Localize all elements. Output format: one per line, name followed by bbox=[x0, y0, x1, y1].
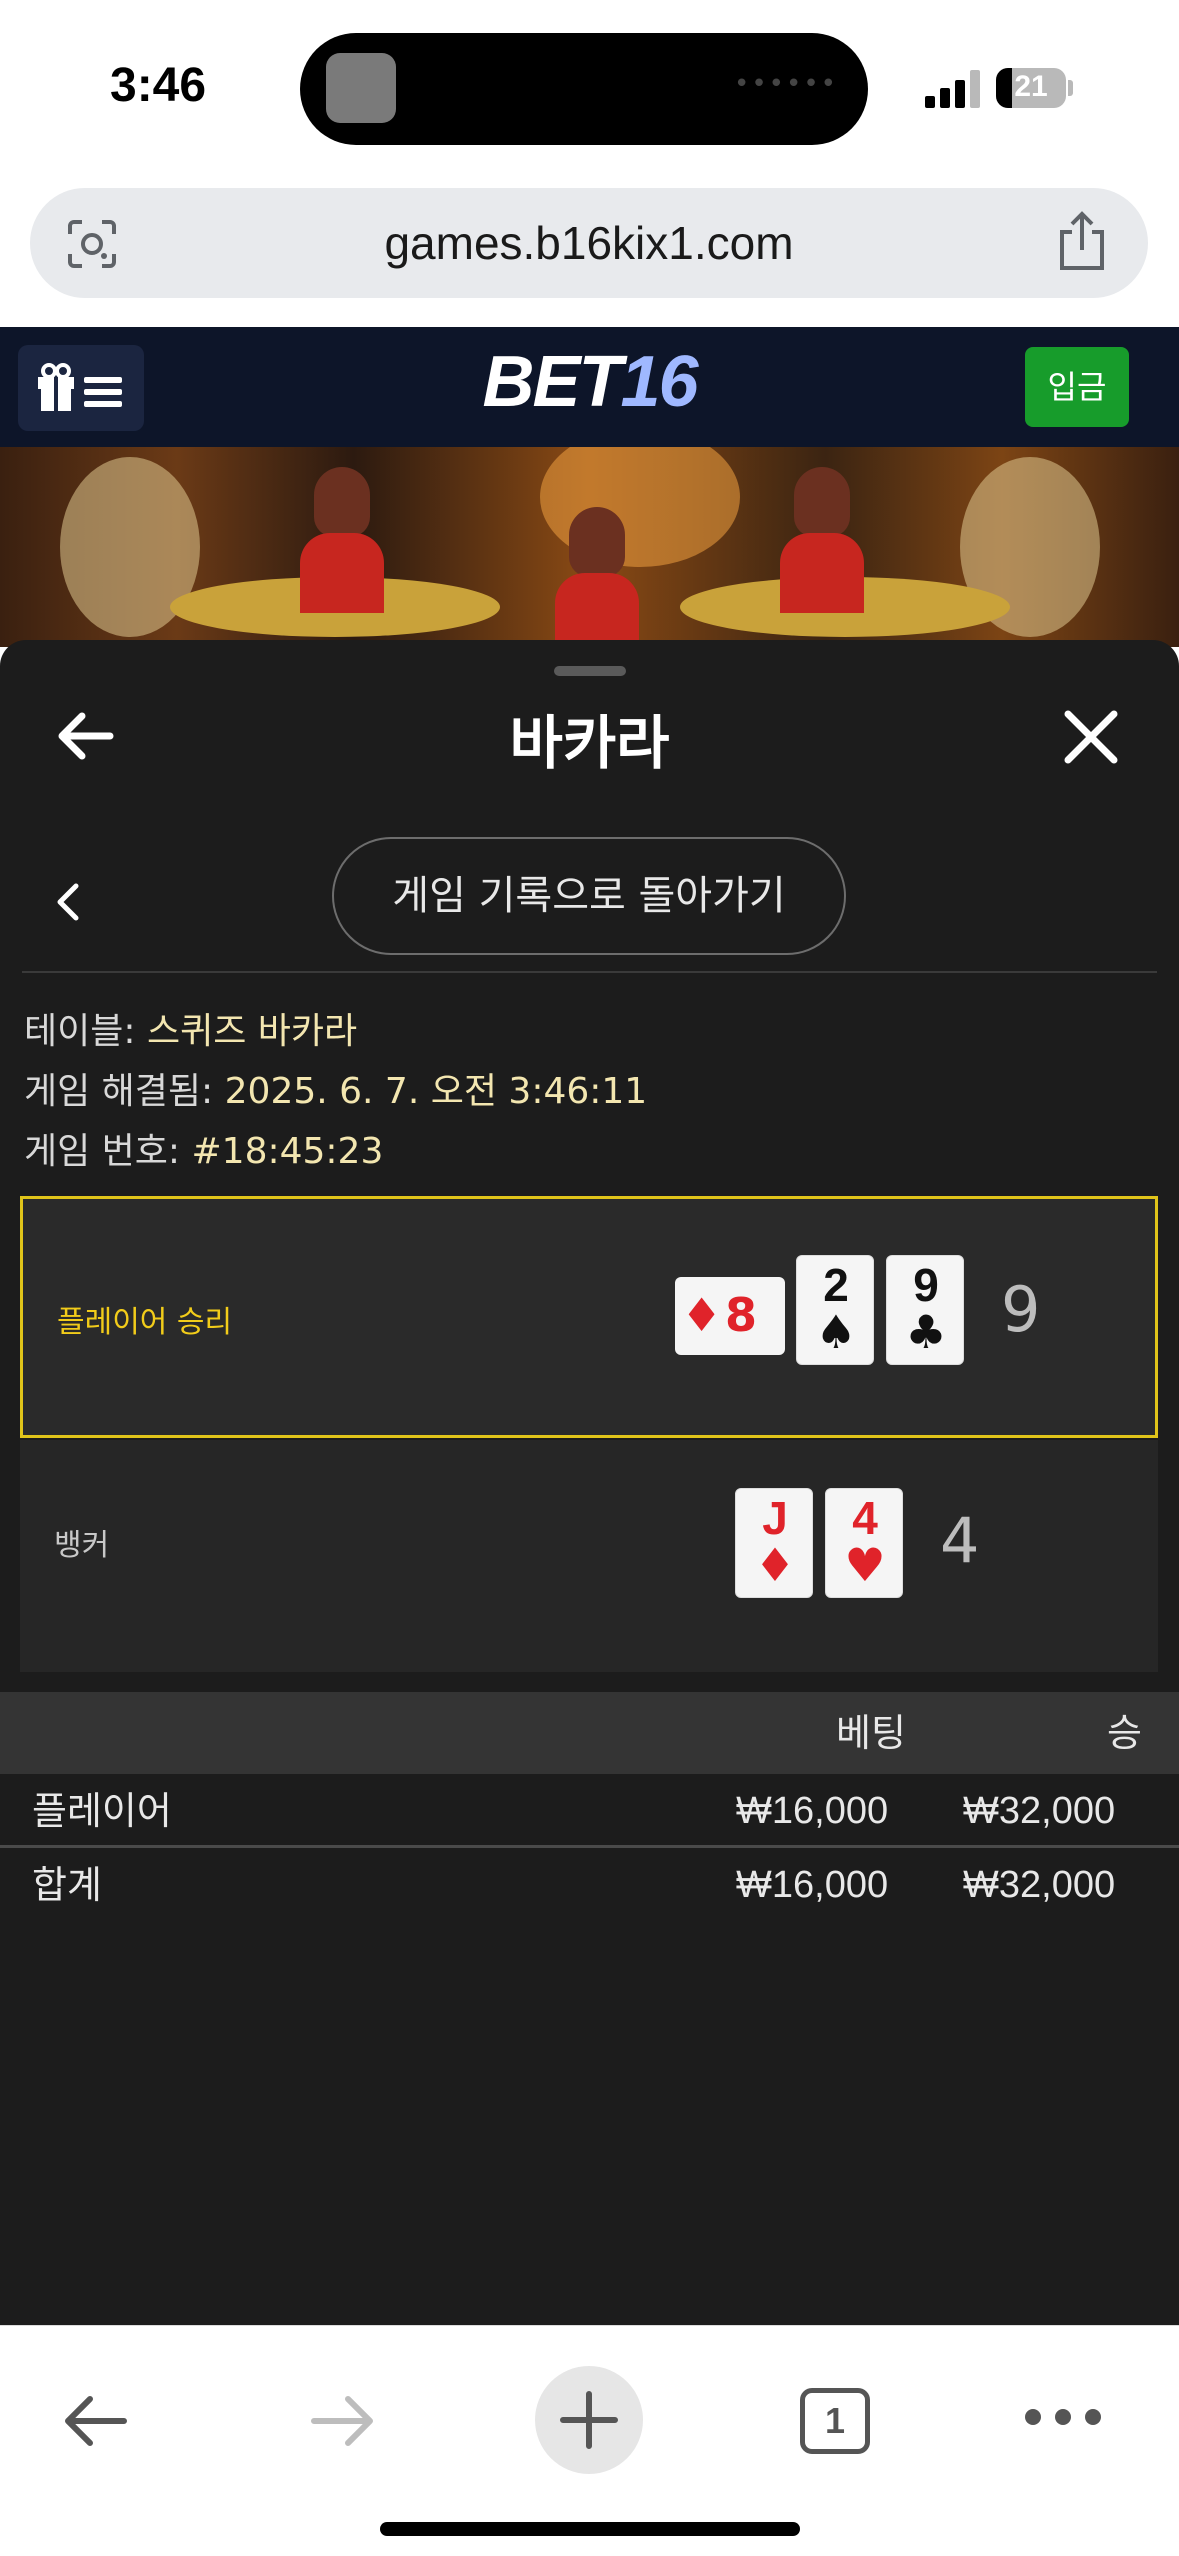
forward-icon[interactable] bbox=[306, 2384, 380, 2458]
island-dots: •••••• bbox=[733, 69, 838, 99]
plus-icon bbox=[560, 2391, 618, 2449]
chevron-left-icon[interactable] bbox=[50, 878, 86, 926]
site-logo[interactable]: BET16 bbox=[0, 341, 1179, 423]
round-info: 게임 번호: #18:45:23 bbox=[24, 1131, 384, 1172]
playing-card: 4 ♥ bbox=[825, 1488, 903, 1598]
total-win: ₩32,000 bbox=[963, 1864, 1116, 1906]
back-icon[interactable] bbox=[58, 2384, 132, 2458]
url-text[interactable]: games.b16kix1.com bbox=[30, 188, 1148, 298]
new-tab-button[interactable] bbox=[535, 2366, 643, 2474]
total-label: 합계 bbox=[32, 1863, 102, 1907]
signal-icon bbox=[925, 68, 981, 108]
tabs-button[interactable]: 1 bbox=[800, 2388, 870, 2454]
playing-card: ♦ 8 bbox=[675, 1277, 785, 1355]
table-row: 플레이어 ₩16,000 ₩32,000 bbox=[0, 1774, 1179, 1848]
banker-result: 뱅커 J ♦ 4 ♥ 4 bbox=[20, 1440, 1158, 1672]
banker-score: 4 bbox=[940, 1504, 980, 1577]
table-row: 합계 ₩16,000 ₩32,000 bbox=[0, 1848, 1179, 1922]
status-bar: 3:46 •••••• 21 bbox=[0, 0, 1179, 175]
deposit-button[interactable]: 입금 bbox=[1025, 347, 1129, 427]
bet-type: 플레이어 bbox=[32, 1789, 172, 1833]
site-header: BET16 입금 bbox=[0, 327, 1179, 447]
camera-icon bbox=[326, 53, 396, 123]
playing-card: J ♦ bbox=[735, 1488, 813, 1598]
resolved-info: 게임 해결됨: 2025. 6. 7. 오전 3:46:11 bbox=[24, 1071, 648, 1112]
table-info: 테이블: 스퀴즈 바카라 bbox=[24, 1011, 358, 1052]
win-amount: ₩32,000 bbox=[963, 1790, 1116, 1832]
bet-column-header: 베팅 bbox=[836, 1711, 906, 1755]
player-result-label: 플레이어 승리 bbox=[57, 1305, 233, 1340]
game-history-panel: 바카라 게임 기록으로 돌아가기 테이블: 스퀴즈 바카라 게임 해결됨: 20… bbox=[0, 640, 1179, 2325]
browser-toolbar: 1 bbox=[0, 2325, 1179, 2556]
playing-card: 2 ♠ bbox=[796, 1255, 874, 1365]
back-to-history-button[interactable]: 게임 기록으로 돌아가기 bbox=[332, 837, 846, 955]
close-icon[interactable] bbox=[1060, 706, 1122, 768]
drag-handle[interactable] bbox=[554, 666, 626, 676]
live-game-banner[interactable] bbox=[0, 447, 1179, 647]
panel-title: 바카라 bbox=[509, 709, 670, 777]
bet-table-header: 베팅 승 bbox=[0, 1692, 1179, 1774]
win-column-header: 승 bbox=[1107, 1711, 1142, 1755]
player-result: 플레이어 승리 ♦ 8 2 ♠ 9 ♣ 9 bbox=[20, 1196, 1158, 1438]
divider bbox=[22, 971, 1157, 973]
banker-result-label: 뱅커 bbox=[54, 1528, 110, 1563]
clock: 3:46 bbox=[110, 59, 207, 112]
dynamic-island: •••••• bbox=[300, 33, 868, 145]
share-icon[interactable] bbox=[1054, 210, 1110, 274]
home-indicator bbox=[380, 2522, 800, 2536]
playing-card: 9 ♣ bbox=[886, 1255, 964, 1365]
battery-level: 21 bbox=[1014, 70, 1048, 103]
player-score: 9 bbox=[1001, 1273, 1041, 1346]
bet-amount: ₩16,000 bbox=[736, 1790, 889, 1832]
address-bar[interactable]: games.b16kix1.com bbox=[30, 188, 1148, 298]
total-bet: ₩16,000 bbox=[736, 1864, 889, 1906]
battery-icon: 21 bbox=[996, 68, 1066, 108]
more-icon[interactable] bbox=[1025, 2406, 1115, 2430]
